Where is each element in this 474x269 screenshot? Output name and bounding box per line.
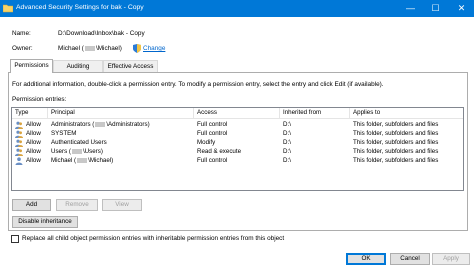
cell-type: Allow: [26, 148, 41, 155]
principal-tail: \Michael): [88, 157, 114, 164]
cell-applies-to: This folder, subfolders and files: [353, 139, 439, 146]
cell-access: Full control: [197, 121, 228, 128]
principal-tail: \Users): [82, 148, 103, 155]
user-group-icon: [15, 121, 23, 129]
redacted-block: [95, 121, 106, 127]
uac-shield-icon: [133, 44, 141, 53]
cell-inherited-from: D:\: [283, 148, 291, 155]
ok-button[interactable]: OK: [346, 253, 386, 265]
cell-principal: SYSTEM: [51, 130, 77, 137]
table-row[interactable]: Allow SYSTEM Full control D:\ This folde…: [12, 130, 463, 138]
user-group-icon: [15, 139, 23, 147]
close-button[interactable]: ✕: [449, 0, 474, 17]
redacted-block: [77, 157, 88, 163]
cell-principal: Administrators ( \Administrators): [48, 121, 150, 129]
cell-access: Full control: [197, 130, 228, 137]
folder-icon: [3, 4, 13, 13]
table-row[interactable]: Allow Authenticated Users Modify D:\ Thi…: [12, 139, 463, 147]
principal-name: Administrators (: [51, 121, 95, 128]
cell-inherited-from: D:\: [283, 157, 291, 164]
cell-type: Allow: [26, 157, 41, 164]
name-label: Name:: [12, 30, 31, 37]
permission-entries-list[interactable]: Type Principal Access Inherited from App…: [11, 107, 464, 191]
user-group-icon: [15, 148, 23, 156]
cell-applies-to: This folder, subfolders and files: [353, 157, 439, 164]
cell-type: Allow: [26, 121, 41, 128]
principal-name: Michael (: [51, 157, 77, 164]
redacted-block: [84, 45, 95, 51]
owner-label: Owner:: [12, 45, 33, 52]
header-divider: [12, 118, 463, 119]
table-row[interactable]: Allow Michael ( \Michael) Full control D:…: [12, 157, 463, 165]
owner-domain: \Michael): [95, 45, 122, 52]
cell-inherited-from: D:\: [283, 139, 291, 146]
change-owner-link[interactable]: Change: [143, 45, 165, 52]
replace-child-permissions-checkbox[interactable]: [11, 235, 19, 243]
cell-principal: Michael ( \Michael): [48, 157, 113, 165]
title-bar: Advanced Security Settings for bak - Cop…: [0, 0, 474, 17]
column-header-principal[interactable]: Principal: [48, 108, 194, 118]
tab-permissions[interactable]: Permissions: [10, 59, 53, 73]
table-row[interactable]: Allow Users (\Users) Read & execute D:\ …: [12, 148, 463, 156]
cancel-button[interactable]: Cancel: [390, 253, 430, 265]
view-button[interactable]: View: [102, 199, 142, 211]
user-icon: [15, 157, 23, 165]
cell-access: Read & execute: [197, 148, 242, 155]
cell-principal: Users ( \Users): [48, 148, 103, 156]
column-header-access[interactable]: Access: [194, 108, 280, 118]
cell-type: Allow: [26, 139, 41, 146]
cell-access: Full control: [197, 157, 228, 164]
redacted-block: [71, 148, 82, 154]
owner-name: Michael (: [58, 45, 84, 52]
cell-applies-to: This folder, subfolders and files: [353, 148, 439, 155]
column-header-type[interactable]: Type: [12, 108, 48, 118]
remove-button[interactable]: Remove: [56, 199, 98, 211]
cell-inherited-from: D:\: [283, 121, 291, 128]
maximize-button[interactable]: ☐: [423, 0, 448, 17]
principal-name: Users (: [51, 148, 71, 155]
permission-entries-label: Permission entries:: [12, 96, 67, 103]
cell-type: Allow: [26, 130, 41, 137]
window-title: Advanced Security Settings for bak - Cop…: [16, 4, 144, 11]
cell-access: Modify: [197, 139, 216, 146]
tab-effective-access[interactable]: Effective Access: [103, 60, 158, 72]
cell-applies-to: This folder, subfolders and files: [353, 130, 439, 137]
minimize-button[interactable]: —: [398, 0, 423, 17]
cell-applies-to: This folder, subfolders and files: [353, 121, 439, 128]
principal-tail: \Administrators): [106, 121, 150, 128]
name-value: D:\Download\Inbox\bak - Copy: [58, 30, 145, 37]
owner-value: Michael ( \Michael): [58, 45, 122, 52]
disable-inheritance-button[interactable]: Disable inheritance: [12, 216, 78, 228]
cell-inherited-from: D:\: [283, 130, 291, 137]
add-button[interactable]: Add: [12, 199, 51, 211]
apply-button[interactable]: Apply: [432, 253, 470, 265]
tab-auditing[interactable]: Auditing: [53, 60, 103, 72]
column-header-inherited-from[interactable]: Inherited from: [280, 108, 350, 118]
info-text: For additional information, double-click…: [12, 81, 384, 88]
cell-principal: Authenticated Users: [51, 139, 107, 146]
column-header-applies-to[interactable]: Applies to: [350, 108, 463, 118]
replace-child-permissions-label: Replace all child object permission entr…: [22, 235, 285, 242]
table-row[interactable]: Allow Administrators ( \Administrators) F…: [12, 121, 463, 129]
user-group-icon: [15, 130, 23, 138]
